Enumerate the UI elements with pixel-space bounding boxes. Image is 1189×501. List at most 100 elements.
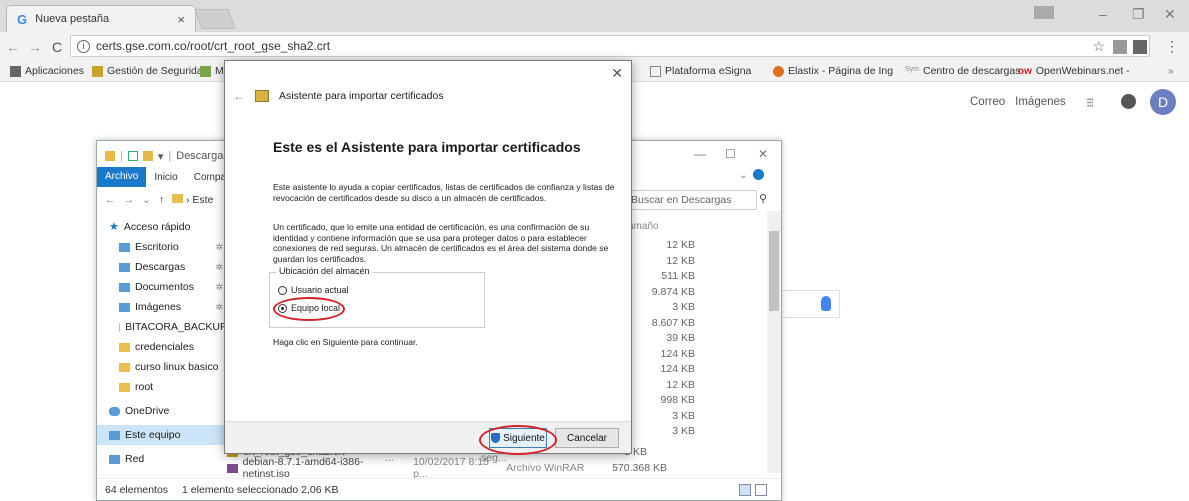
bookmark-esigna[interactable]: Plataforma eSigna xyxy=(650,65,751,77)
google-search-box[interactable] xyxy=(780,290,840,318)
explorer-close-icon[interactable]: ✕ xyxy=(758,147,768,161)
search-icon[interactable]: ⚲ xyxy=(759,192,767,205)
sidebar-item-descargas[interactable]: Descargas ✲ xyxy=(97,257,227,277)
maximize-icon[interactable]: ❐ xyxy=(1132,6,1145,23)
wizard-header-title: Asistente para importar certificados xyxy=(279,90,444,102)
radio-usuario-actual[interactable]: Usuario actual xyxy=(278,285,349,295)
selection-info: 1 elemento seleccionado 2,06 KB xyxy=(182,483,339,496)
microphone-icon[interactable] xyxy=(821,296,831,311)
table-row[interactable]: debian-8.7.1-amd64-i386-netinst.iso 10/0… xyxy=(227,456,667,480)
computer-icon xyxy=(109,430,120,440)
help-icon[interactable] xyxy=(753,169,764,180)
wizard-intro-text: Este asistente lo ayuda a copiar certifi… xyxy=(273,182,615,203)
sidebar-item-este-equipo[interactable]: Este equipo xyxy=(97,425,227,445)
bookmark-star-icon[interactable]: ☆ xyxy=(1092,38,1105,55)
sidebar-item-curso-linux[interactable]: curso linux basico xyxy=(97,357,227,377)
gmail-link[interactable]: Correo xyxy=(970,96,1005,108)
tab-close-icon[interactable]: × xyxy=(177,12,185,27)
archive-file-icon xyxy=(227,463,238,473)
details-view-icon[interactable] xyxy=(739,484,751,496)
explorer-title: Descargas xyxy=(176,150,229,162)
tab-new-tab[interactable]: G Nueva pestaña × xyxy=(6,5,196,32)
chrome-menu-icon[interactable]: ⋮ xyxy=(1165,38,1179,55)
new-tab-button[interactable] xyxy=(194,9,236,29)
ribbon-tab-archivo[interactable]: Archivo xyxy=(97,167,147,187)
explorer-recent-icon[interactable]: ⌄ xyxy=(142,194,151,206)
images-link[interactable]: Imágenes xyxy=(1015,96,1066,108)
radio-unchecked-icon xyxy=(278,285,287,295)
ribbon-tab-inicio[interactable]: Inicio xyxy=(146,172,185,183)
ribbon-expand-icon[interactable]: ⌄ xyxy=(739,170,747,181)
explorer-forward-icon[interactable]: → xyxy=(124,194,135,206)
sidebar-item-credenciales[interactable]: credenciales xyxy=(97,337,227,357)
google-apps-icon[interactable]: ⁝⁝⁝ xyxy=(1086,95,1095,111)
minimize-icon[interactable]: – xyxy=(1099,6,1107,22)
breadcrumb-folder-icon xyxy=(172,194,184,203)
documents-folder-icon xyxy=(119,282,130,292)
forward-icon[interactable]: → xyxy=(26,39,44,55)
bookmark-m[interactable]: M xyxy=(200,65,224,77)
sidebar-item-documentos[interactable]: Documentos ✲ xyxy=(97,277,227,297)
wizard-back-icon[interactable]: ← xyxy=(233,89,245,103)
folder-icon xyxy=(119,362,130,372)
wizard-continue-text: Haga clic en Siguiente para continuar. xyxy=(273,337,418,347)
sidebar-item-bitacora[interactable]: BITACORA_BACKUP xyxy=(97,317,227,337)
navigation-pane: ★ Acceso rápido Escritorio ✲ Descargas ✲ Do… xyxy=(97,217,227,469)
desktop-folder-icon xyxy=(119,242,130,252)
sidebar-item-acceso-rapido[interactable]: ★ Acceso rápido xyxy=(97,217,227,237)
explorer-scrollbar[interactable] xyxy=(767,211,781,473)
close-window-icon[interactable]: ✕ xyxy=(1164,6,1176,23)
bookmark-descargas[interactable]: Sym Centro de descargas xyxy=(905,65,1020,77)
avatar[interactable]: D xyxy=(1150,89,1176,115)
explorer-minimize-icon[interactable]: — xyxy=(694,147,706,161)
quick-access-dropdown-icon[interactable]: ▾ xyxy=(158,150,164,163)
user-profile-icon[interactable] xyxy=(1034,6,1054,19)
ow-icon: ow xyxy=(1018,65,1032,77)
extension-icon[interactable] xyxy=(1113,40,1127,54)
wizard-close-icon[interactable]: ✕ xyxy=(611,65,623,82)
sidebar-item-root[interactable]: root xyxy=(97,377,227,397)
checkmark-icon[interactable] xyxy=(127,151,138,161)
pin-icon: ✲ xyxy=(215,282,223,292)
sidebar-item-onedrive[interactable]: OneDrive xyxy=(97,401,227,421)
next-button[interactable]: Siguiente xyxy=(489,428,547,448)
separator: | xyxy=(120,150,123,162)
more-bookmarks-icon[interactable]: » xyxy=(1168,65,1174,77)
sidebar-item-imagenes[interactable]: Imágenes ✲ xyxy=(97,297,227,317)
explorer-up-icon[interactable]: ↑ xyxy=(159,194,164,206)
notifications-icon[interactable] xyxy=(1121,94,1136,109)
bookmark-elastix[interactable]: Elastix - Página de Ing xyxy=(773,65,893,77)
cast-icon[interactable] xyxy=(1133,40,1147,54)
cancel-button[interactable]: Cancelar xyxy=(555,428,619,448)
sidebar-item-red[interactable]: Red xyxy=(97,449,227,469)
network-icon xyxy=(109,454,120,464)
google-links: Correo Imágenes xyxy=(970,96,1066,108)
bookmark-gestion[interactable]: Gestión de Segurida xyxy=(92,65,203,77)
radio-equipo-local[interactable]: Equipo local xyxy=(278,303,340,313)
onedrive-cloud-icon xyxy=(109,406,120,416)
folder-icon xyxy=(119,382,130,392)
folder-quick-icon[interactable] xyxy=(142,151,153,161)
store-location-group: Ubicación del almacén Usuario actual Equ… xyxy=(269,266,485,328)
tab-strip: G Nueva pestaña × – ❐ ✕ xyxy=(0,0,1189,32)
sidebar-item-escritorio[interactable]: Escritorio ✲ xyxy=(97,237,227,257)
back-icon[interactable]: ← xyxy=(4,39,22,55)
address-bar[interactable]: i certs.gse.com.co/root/crt_root_gse_sha… xyxy=(70,35,1150,57)
explorer-maximize-icon[interactable]: ☐ xyxy=(725,147,736,161)
bookmark-openwebinars[interactable]: ow OpenWebinars.net - xyxy=(1018,65,1130,77)
breadcrumb[interactable]: › Este xyxy=(172,194,213,206)
scrollbar-thumb[interactable] xyxy=(769,231,779,311)
item-count: 64 elementos xyxy=(105,483,169,496)
folder-icon xyxy=(119,322,121,332)
view-toggle xyxy=(739,484,767,496)
explorer-search-input[interactable]: Buscar en Descargas xyxy=(625,190,757,210)
wizard-description-text: Un certificado, que lo emite una entidad… xyxy=(273,222,609,264)
pin-icon: ✲ xyxy=(215,262,223,272)
tab-title: Nueva pestaña xyxy=(35,13,110,25)
google-favicon-icon: G xyxy=(17,11,28,27)
large-icons-view-icon[interactable] xyxy=(755,484,767,496)
bookmark-apps[interactable]: Aplicaciones xyxy=(10,65,84,77)
info-icon[interactable]: i xyxy=(77,39,90,53)
reload-icon[interactable]: C xyxy=(48,39,66,55)
explorer-back-icon[interactable]: ← xyxy=(105,194,116,206)
